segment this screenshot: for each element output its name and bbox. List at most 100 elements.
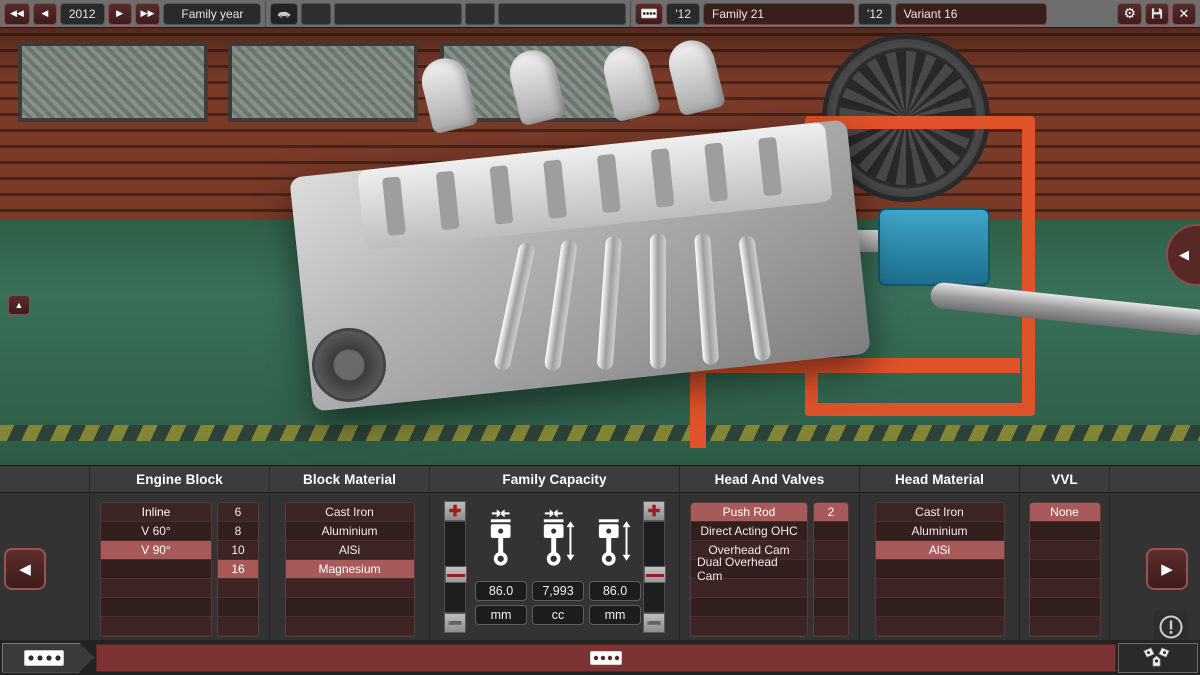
- cylinder-option-16[interactable]: 16: [218, 560, 258, 579]
- option-vvl-none[interactable]: None: [1030, 503, 1100, 522]
- cylinder-option-empty-7[interactable]: [218, 617, 258, 636]
- bore-value[interactable]: 86.0: [475, 581, 527, 601]
- save-icon[interactable]: [1145, 3, 1169, 25]
- next-section-button[interactable]: ▶: [1146, 548, 1188, 590]
- option-v60[interactable]: V 60°: [101, 522, 211, 541]
- car-icon[interactable]: [270, 3, 298, 25]
- option-aluminium[interactable]: Aluminium: [286, 522, 414, 541]
- option-empty-7[interactable]: [876, 617, 1004, 636]
- option-head-cast-iron[interactable]: Cast Iron: [876, 503, 1004, 522]
- option-head-aluminium[interactable]: Aluminium: [876, 522, 1004, 541]
- cylinder-option-8[interactable]: 8: [218, 522, 258, 541]
- family-year-field[interactable]: Family year: [163, 3, 261, 25]
- stroke-slider-handle[interactable]: [644, 566, 666, 583]
- engine-3d-viewport[interactable]: ◀: [0, 28, 1200, 465]
- engine-parts-button[interactable]: [1118, 643, 1198, 673]
- valve-option-empty-4[interactable]: [814, 560, 848, 579]
- first-year-button[interactable]: ◀◀: [4, 3, 30, 25]
- option-empty-4[interactable]: [1030, 560, 1100, 579]
- next-year-button[interactable]: ▶: [108, 3, 132, 25]
- car-icon-glyph: [277, 8, 291, 20]
- option-cast-iron[interactable]: Cast Iron: [286, 503, 414, 522]
- option-empty-6[interactable]: [691, 598, 807, 617]
- family-name-field[interactable]: Family 21: [703, 3, 855, 25]
- option-dual-overhead-cam[interactable]: Dual Overhead Cam: [691, 560, 807, 579]
- bore-slider-track[interactable]: [444, 521, 466, 613]
- collapse-panel-button[interactable]: ▲: [8, 295, 30, 315]
- option-inline[interactable]: Inline: [101, 503, 211, 522]
- option-empty-6[interactable]: [286, 598, 414, 617]
- head-material-list[interactable]: Cast Iron Aluminium AlSi: [875, 502, 1005, 637]
- option-empty-4[interactable]: [876, 560, 1004, 579]
- blank-field-4[interactable]: [498, 3, 626, 25]
- valve-option-empty-2[interactable]: [814, 522, 848, 541]
- option-empty-6[interactable]: [101, 598, 211, 617]
- year-value[interactable]: 2012: [60, 3, 105, 25]
- valve-option-empty-7[interactable]: [814, 617, 848, 636]
- vvl-list[interactable]: None: [1029, 502, 1101, 637]
- prev-year-button[interactable]: ◀: [33, 3, 57, 25]
- engine-block-icon[interactable]: [635, 3, 663, 25]
- stroke-slider[interactable]: ✚ ➖: [643, 501, 665, 633]
- stroke-value[interactable]: 86.0: [589, 581, 641, 601]
- close-icon[interactable]: ✕: [1172, 3, 1196, 25]
- stroke-slider-track[interactable]: [643, 521, 665, 613]
- block-material-list[interactable]: Cast Iron Aluminium AlSi Magnesium: [285, 502, 415, 637]
- valve-count-list[interactable]: 2: [813, 502, 849, 637]
- bore-unit[interactable]: mm: [475, 605, 527, 625]
- cylinder-option-10[interactable]: 10: [218, 541, 258, 560]
- option-empty-2[interactable]: [1030, 522, 1100, 541]
- column-engine-block: Inline V 60° V 90° 6 8 10 16: [90, 493, 270, 641]
- option-empty-7[interactable]: [286, 617, 414, 636]
- cover-rib: [758, 137, 782, 197]
- option-empty-7[interactable]: [691, 617, 807, 636]
- option-push-rod[interactable]: Push Rod: [691, 503, 807, 522]
- warnings-button[interactable]: [1154, 610, 1188, 644]
- blank-field-1[interactable]: [301, 3, 331, 25]
- valve-option-empty-3[interactable]: [814, 541, 848, 560]
- option-empty-5[interactable]: [1030, 579, 1100, 598]
- option-empty-7[interactable]: [101, 617, 211, 636]
- option-v90[interactable]: V 90°: [101, 541, 211, 560]
- option-empty-5[interactable]: [101, 579, 211, 598]
- option-empty-7[interactable]: [1030, 617, 1100, 636]
- cylinder-option-6[interactable]: 6: [218, 503, 258, 522]
- engine-block-layout-list[interactable]: Inline V 60° V 90°: [100, 502, 212, 637]
- stroke-decrease-button[interactable]: ➖: [643, 613, 665, 633]
- rotate-left-icon: ◀: [1179, 247, 1189, 263]
- settings-gear-icon[interactable]: ⚙: [1117, 3, 1142, 25]
- displacement-unit[interactable]: cc: [532, 605, 584, 625]
- valve-option-empty-5[interactable]: [814, 579, 848, 598]
- option-direct-acting-ohc[interactable]: Direct Acting OHC: [691, 522, 807, 541]
- cylinder-option-empty-6[interactable]: [218, 598, 258, 617]
- option-empty-5[interactable]: [876, 579, 1004, 598]
- option-empty-6[interactable]: [876, 598, 1004, 617]
- option-head-alsi[interactable]: AlSi: [876, 541, 1004, 560]
- option-alsi[interactable]: AlSi: [286, 541, 414, 560]
- blank-field-2[interactable]: [334, 3, 462, 25]
- blank-field-3[interactable]: [465, 3, 495, 25]
- bore-piston-icon: [478, 507, 523, 573]
- option-empty-5[interactable]: [286, 579, 414, 598]
- bore-decrease-button[interactable]: ➖: [444, 613, 466, 633]
- bore-slider[interactable]: ✚ ➖: [444, 501, 466, 633]
- bore-slider-handle[interactable]: [445, 566, 467, 583]
- displacement-value[interactable]: 7,993: [532, 581, 584, 601]
- valve-option-empty-6[interactable]: [814, 598, 848, 617]
- option-empty-4[interactable]: [101, 560, 211, 579]
- bore-increase-button[interactable]: ✚: [444, 501, 466, 521]
- valve-option-2[interactable]: 2: [814, 503, 848, 522]
- head-type-list[interactable]: Push Rod Direct Acting OHC Overhead Cam …: [690, 502, 808, 637]
- cylinder-count-list[interactable]: 6 8 10 16: [217, 502, 259, 637]
- design-progress-bar[interactable]: [96, 644, 1116, 672]
- engine-tab-button[interactable]: [2, 643, 94, 673]
- option-empty-6[interactable]: [1030, 598, 1100, 617]
- option-magnesium[interactable]: Magnesium: [286, 560, 414, 579]
- cylinder-option-empty-5[interactable]: [218, 579, 258, 598]
- last-year-button[interactable]: ▶▶: [135, 3, 161, 25]
- option-empty-3[interactable]: [1030, 541, 1100, 560]
- previous-section-button[interactable]: ◀: [4, 548, 46, 590]
- variant-name-field[interactable]: Variant 16: [895, 3, 1047, 25]
- stroke-increase-button[interactable]: ✚: [643, 501, 665, 521]
- stroke-unit[interactable]: mm: [589, 605, 641, 625]
